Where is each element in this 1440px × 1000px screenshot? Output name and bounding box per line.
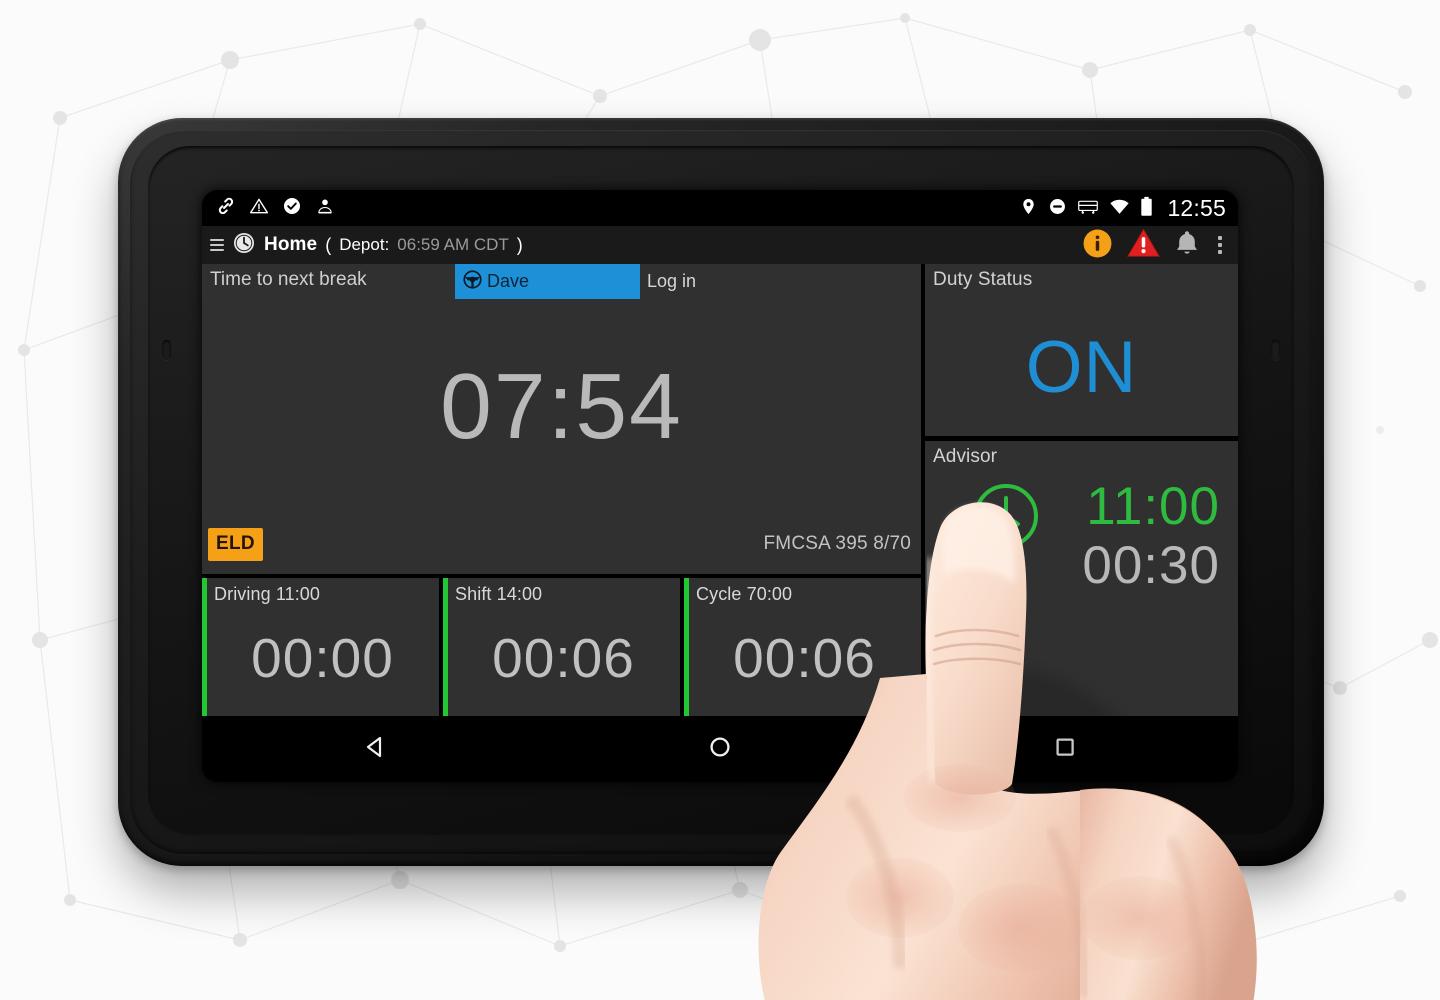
light-sensor-icon	[1271, 340, 1280, 360]
depot-label: Depot:	[339, 235, 390, 254]
advisor-times: 11:00 00:30	[1082, 477, 1220, 596]
dashboard-right-column: Duty Status ON Advisor 11:00 00:30	[925, 264, 1238, 716]
person-icon	[315, 196, 335, 220]
advisor-time-primary: 11:00	[1086, 477, 1220, 536]
page-title: Home	[264, 234, 318, 255]
recents-square-icon	[1051, 733, 1079, 765]
hos-card-cycle[interactable]: Cycle 70:00 00:06	[684, 578, 921, 716]
duty-status-label: Duty Status	[933, 269, 1033, 290]
nav-home-button[interactable]	[547, 733, 892, 765]
advisor-time-secondary: 00:30	[1082, 536, 1220, 596]
card-accent-bar	[684, 578, 689, 716]
card-accent-bar	[443, 578, 448, 716]
tab-driver-dave-label: Dave	[487, 271, 530, 291]
advisor-label: Advisor	[933, 446, 998, 467]
break-panel-label: Time to next break	[210, 269, 367, 290]
time-to-next-break-panel[interactable]: Time to next break Dave Log in 07:54 ELD…	[202, 264, 921, 574]
duty-status-panel[interactable]: Duty Status ON	[925, 264, 1238, 436]
hos-card-driving[interactable]: Driving 11:00 00:00	[202, 578, 439, 716]
android-navigation-bar	[202, 716, 1238, 782]
warning-triangle-icon	[249, 196, 269, 220]
tab-driver-dave[interactable]: Dave	[455, 264, 640, 299]
eld-badge: ELD	[208, 527, 263, 561]
hos-card-shift[interactable]: Shift 14:00 00:06	[443, 578, 680, 716]
dashboard-body: Time to next break Dave Log in 07:54 ELD…	[202, 264, 1238, 716]
tab-log-in-label: Log in	[647, 271, 697, 291]
link-icon	[216, 196, 236, 220]
info-badge-icon[interactable]	[1082, 228, 1113, 263]
steering-wheel-icon	[462, 269, 483, 295]
overflow-menu-icon[interactable]	[1214, 236, 1226, 254]
do-not-disturb-icon	[1048, 197, 1067, 220]
advisor-panel[interactable]: Advisor 11:00 00:30	[925, 441, 1238, 716]
tablet-device: 12:55 Home ( Depot: 06:59 AM CDT) Time …	[118, 118, 1324, 866]
check-circle-icon	[282, 196, 302, 220]
tablet-screen: 12:55 Home ( Depot: 06:59 AM CDT) Time …	[202, 190, 1238, 782]
warning-alert-icon[interactable]	[1127, 228, 1160, 262]
hamburger-menu-icon[interactable]	[210, 239, 224, 251]
green-circle-status-icon[interactable]	[971, 481, 1041, 555]
title-paren-close: )	[516, 234, 523, 255]
battery-icon	[1140, 196, 1153, 221]
home-circle-icon	[706, 733, 734, 765]
screen-bezel: 12:55 Home ( Depot: 06:59 AM CDT) Time …	[202, 190, 1238, 782]
fmcsa-regulation-label: FMCSA 395 8/70	[763, 533, 911, 554]
app-title-bar: Home ( Depot: 06:59 AM CDT )	[202, 226, 1238, 264]
break-panel-header: Time to next break Dave Log in	[202, 264, 921, 299]
camera-sensor-icon	[162, 340, 171, 360]
card-accent-bar	[202, 578, 207, 716]
notification-bell-icon[interactable]	[1174, 229, 1200, 261]
nav-back-button[interactable]	[202, 733, 547, 765]
hos-card-shift-value: 00:06	[492, 627, 635, 689]
depot-time: 06:59 AM CDT	[397, 235, 509, 254]
dashboard-left-column: Time to next break Dave Log in 07:54 ELD…	[202, 264, 921, 716]
nav-recents-button[interactable]	[893, 733, 1238, 765]
advisor-body: 11:00 00:30	[925, 475, 1238, 716]
break-timer-value: 07:54	[440, 354, 683, 458]
hos-cards-row: Driving 11:00 00:00 Shift 14:00 00:06 Cy…	[202, 578, 921, 716]
back-triangle-icon	[361, 733, 389, 765]
clock-icon[interactable]	[232, 231, 256, 259]
hos-card-driving-value: 00:00	[251, 627, 394, 689]
tab-log-in[interactable]: Log in	[640, 264, 706, 299]
truck-icon	[1077, 197, 1099, 220]
title-paren-open: (	[325, 234, 332, 255]
wifi-icon	[1109, 197, 1130, 220]
driver-tabs: Dave Log in	[455, 264, 706, 299]
duty-status-value: ON	[1025, 326, 1138, 408]
hos-card-cycle-value: 00:06	[733, 627, 876, 689]
status-bar-clock: 12:55	[1167, 194, 1226, 221]
break-panel-footer: ELD FMCSA 395 8/70	[202, 520, 921, 574]
location-pin-icon	[1019, 197, 1038, 220]
android-status-bar: 12:55	[202, 190, 1238, 226]
